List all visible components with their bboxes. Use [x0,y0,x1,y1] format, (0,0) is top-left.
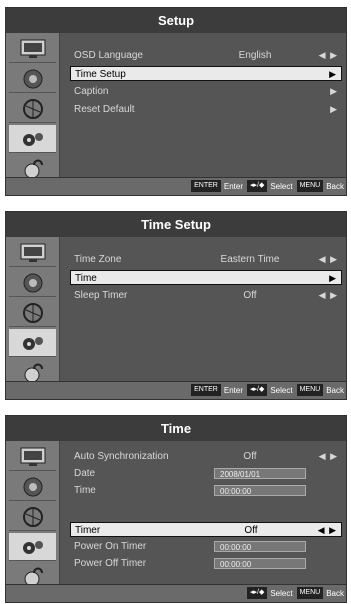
menu-item-timer[interactable]: Timer Off ◀ ▶ [70,522,342,537]
menu-item-date[interactable]: Date 2008/01/01 [70,466,342,481]
menu-item-label: Power Off Timer [74,558,147,569]
right-arrow-icon: ▶ [329,273,337,283]
right-arrow-icon: ▶ [329,69,337,79]
menu-item-value: Eastern Time [220,254,280,265]
sidebar-item-picture[interactable] [9,35,56,63]
menu-item-label: Time [74,485,96,496]
sidebar-item-channel[interactable] [9,95,56,123]
time-title: Time [6,416,346,442]
menu-item-label: Time Zone [74,254,122,265]
menu-item-time-zone[interactable]: Time Zone Eastern Time ◀ ▶ [70,252,342,267]
menu-item-label: Sleep Timer [74,290,128,301]
setup-title: Setup [6,8,346,34]
picture-icon [20,447,45,466]
left-right-arrows-icon: ◀ ▶ [318,451,338,461]
select-hint: Select [270,386,293,395]
menu-item-time[interactable]: Time ▶ [70,270,342,285]
menu-item-reset-default[interactable]: Reset Default ▶ [70,102,342,117]
left-right-arrows-icon: ◀ ▶ [318,290,338,300]
menu-item-value: Off [243,451,257,462]
setup-icon [22,132,43,146]
power-on-time-field[interactable]: 00:00:00 [214,541,306,552]
sidebar-item-sound[interactable] [9,473,56,501]
time-setup-title: Time Setup [6,212,346,238]
channel-icon [22,506,43,527]
menu-item-osd-language[interactable]: OSD Language English ◀ ▶ [70,48,342,63]
footer-bar: ◂▸/◆ Select MENU Back [6,584,346,602]
menu-item-label: Caption [74,86,109,97]
footer-bar: ENTER Enter ◂▸/◆ Select MENU Back [6,177,346,195]
sidebar-item-setup[interactable] [9,125,56,153]
sound-icon [23,69,42,88]
setup-panel: Setup OSD Language English ◀ ▶ Time Setu… [5,7,347,196]
sidebar [6,441,60,591]
menu-item-caption[interactable]: Caption ▶ [70,84,342,99]
menu-item-label: Power On Timer [74,541,147,552]
sidebar-item-setup[interactable] [9,533,56,561]
sidebar [6,237,60,387]
left-right-arrows-icon: ◀ ▶ [317,525,337,535]
sidebar-item-sound[interactable] [9,65,56,93]
left-right-arrows-icon: ◀ ▶ [318,254,338,264]
channel-icon [22,302,43,323]
picture-icon [20,243,45,262]
setup-icon [22,540,43,554]
menu-item-label: Reset Default [74,104,135,115]
channel-icon [22,98,43,119]
select-hint: Select [270,182,293,191]
sound-icon [23,273,42,292]
select-key-badge: ◂▸/◆ [246,587,268,599]
menu-item-time-setup[interactable]: Time Setup ▶ [70,66,342,81]
menu-key-badge: MENU [296,180,324,192]
sidebar [6,33,60,183]
right-arrow-icon: ▶ [330,86,338,96]
menu-item-label: Time [75,273,97,284]
menu-item-value: Off [244,525,258,536]
menu-key-badge: MENU [296,587,324,599]
menu-item-auto-synchronization[interactable]: Auto Synchronization Off ◀ ▶ [70,449,342,464]
time-field[interactable]: 00:00:00 [214,485,306,496]
time-setup-panel: Time Setup Time Zone Eastern Time ◀ ▶ Ti… [5,211,347,400]
select-key-badge: ◂▸/◆ [246,180,268,192]
menu-item-value: English [238,50,272,61]
right-arrow-icon: ▶ [330,104,338,114]
power-off-time-field[interactable]: 00:00:00 [214,558,306,569]
menu-item-sleep-timer[interactable]: Sleep Timer Off ◀ ▶ [70,288,342,303]
sidebar-item-channel[interactable] [9,299,56,327]
sidebar-item-channel[interactable] [9,503,56,531]
setup-icon [22,336,43,350]
enter-key-badge: ENTER [191,180,221,192]
date-field[interactable]: 2008/01/01 [214,468,306,479]
menu-item-time[interactable]: Time 00:00:00 [70,483,342,498]
select-hint: Select [270,589,293,598]
menu-item-power-on-timer[interactable]: Power On Timer 00:00:00 [70,539,342,554]
menu-item-label: Time Setup [75,69,126,80]
menu-item-label: Date [74,468,96,479]
sidebar-item-picture[interactable] [9,443,56,471]
menu-item-power-off-timer[interactable]: Power Off Timer 00:00:00 [70,556,342,571]
sidebar-item-picture[interactable] [9,239,56,267]
back-hint: Back [326,182,344,191]
menu-item-label: Timer [75,525,101,536]
menu-key-badge: MENU [296,384,324,396]
menu-item-value: Off [243,290,257,301]
back-hint: Back [326,589,344,598]
select-key-badge: ◂▸/◆ [246,384,268,396]
picture-icon [20,39,45,58]
sidebar-item-setup[interactable] [9,329,56,357]
menu-item-label: OSD Language [74,50,143,61]
time-panel: Time Auto Synchronization Off ◀ ▶ Date 2… [5,415,347,603]
footer-bar: ENTER Enter ◂▸/◆ Select MENU Back [6,381,346,399]
back-hint: Back [326,386,344,395]
enter-hint: Enter [223,386,243,395]
menu-item-label: Auto Synchronization [74,451,169,462]
left-right-arrows-icon: ◀ ▶ [318,50,338,60]
enter-key-badge: ENTER [191,384,221,396]
sidebar-item-sound[interactable] [9,269,56,297]
enter-hint: Enter [223,182,243,191]
sound-icon [23,477,42,496]
